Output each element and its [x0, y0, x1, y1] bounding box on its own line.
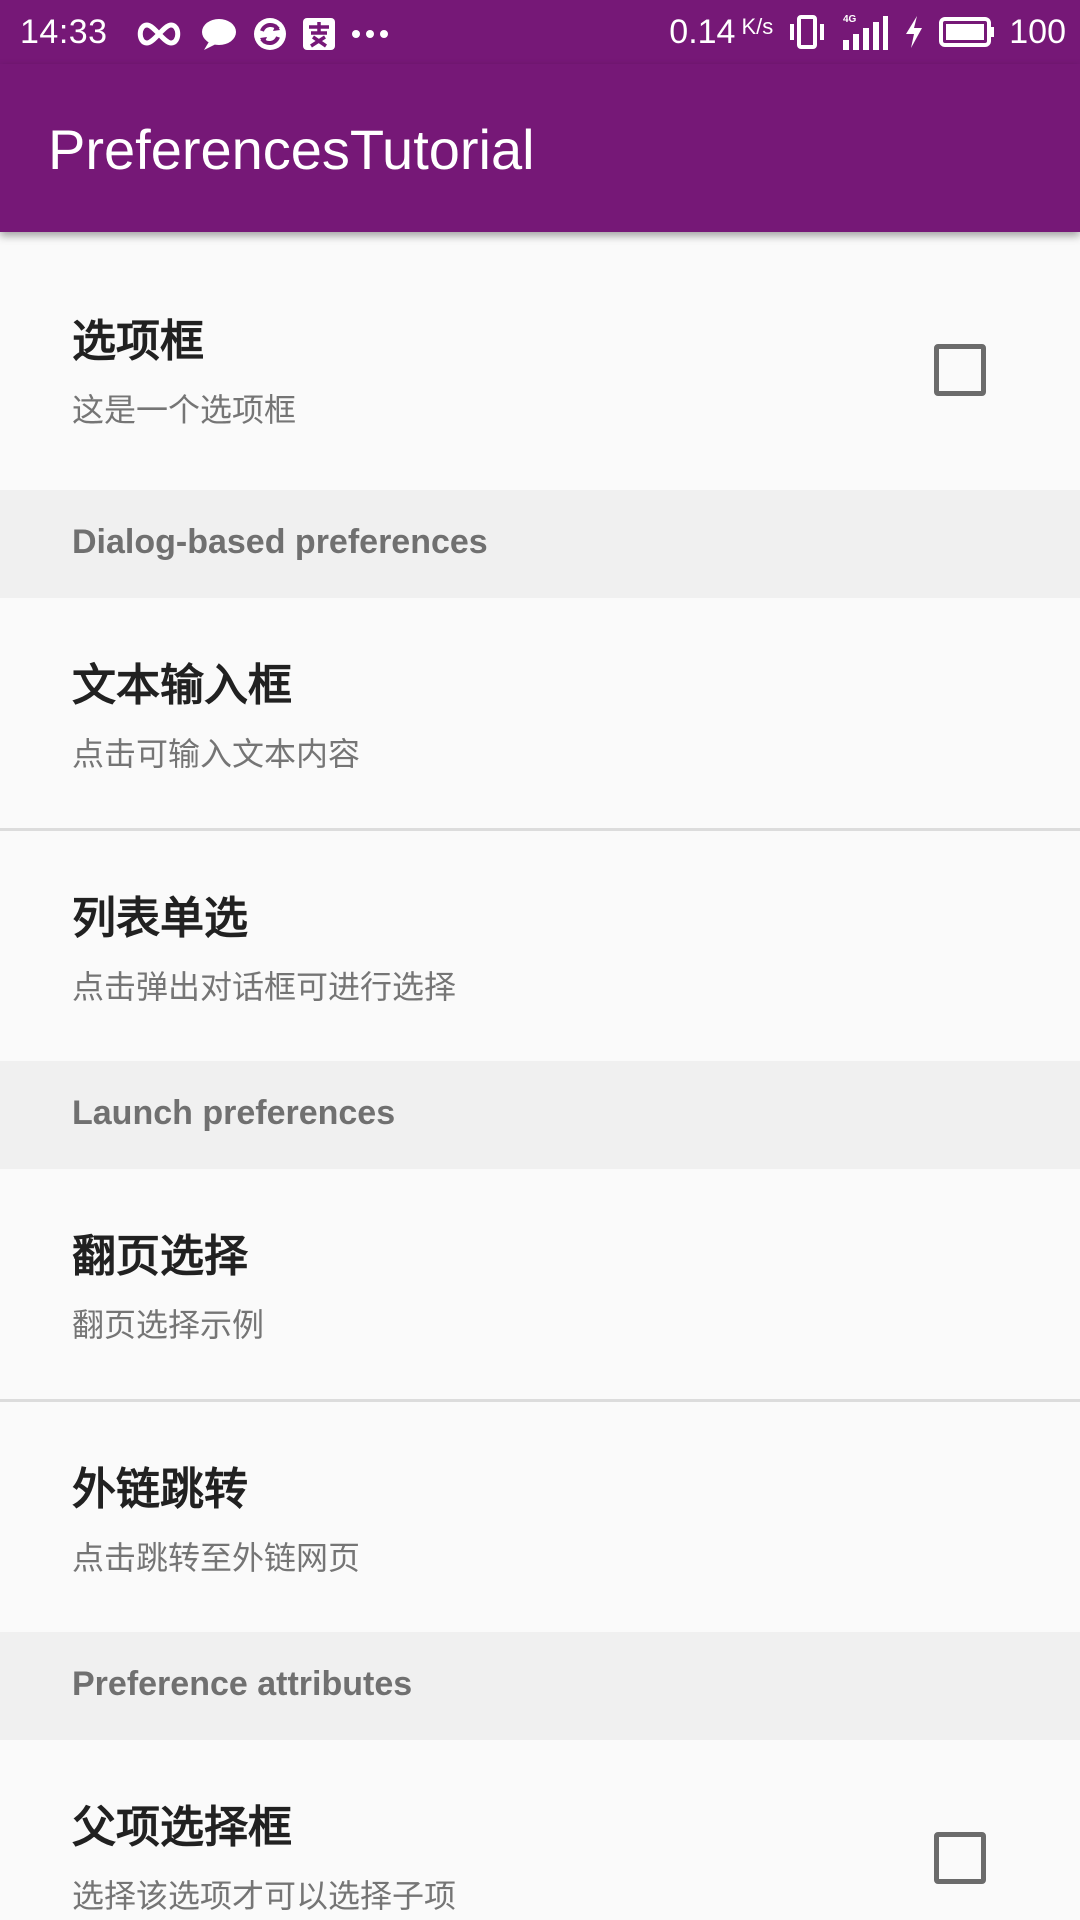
payment-app-icon	[303, 18, 335, 50]
infinity-icon	[137, 22, 181, 46]
pref-title: 翻页选择	[72, 1231, 248, 1282]
category-label: Launch preferences	[72, 1094, 396, 1132]
category-header: Dialog-based preferences	[0, 490, 1080, 598]
notification-icons	[134, 14, 390, 54]
category-label: Dialog-based preferences	[72, 523, 488, 561]
battery-level: 100	[1009, 13, 1066, 51]
checkbox-preference[interactable]: 选项框 这是一个选项框	[0, 232, 1080, 490]
app-title: PreferencesTutorial	[48, 118, 535, 181]
app-bar: PreferencesTutorial	[0, 64, 1080, 232]
parent-checkbox-preference[interactable]: 父项选择框 选择该选项才可以选择子项	[0, 1740, 1080, 1920]
pref-summary: 点击可输入文本内容	[72, 735, 361, 773]
category-header: Launch preferences	[0, 1061, 1080, 1169]
pref-title: 父项选择框	[72, 1802, 292, 1853]
net-speed: 0.14 K/s	[669, 10, 773, 54]
pref-title: 选项框	[72, 316, 204, 367]
checkbox[interactable]	[934, 1832, 986, 1884]
network-type-label: 4G	[843, 14, 857, 25]
status-right: 0.14 K/s 4G 100	[669, 8, 1066, 56]
pref-title: 列表单选	[72, 893, 248, 944]
status-time: 14:33	[20, 13, 108, 51]
pref-summary: 点击弹出对话框可进行选择	[72, 968, 457, 1006]
net-speed-value: 0.14	[669, 13, 736, 51]
pref-summary: 这是一个选项框	[72, 391, 297, 429]
pref-summary: 点击跳转至外链网页	[72, 1539, 361, 1577]
status-bar: 14:33 0.14 K/s 4G 100	[0, 0, 1080, 64]
pref-summary: 选择该选项才可以选择子项	[72, 1877, 457, 1915]
charging-icon	[906, 16, 923, 48]
checkbox[interactable]	[934, 344, 986, 396]
edit-text-preference[interactable]: 文本输入框 点击可输入文本内容	[0, 598, 1080, 828]
preference-list: 选项框 这是一个选项框 Dialog-based preferences 文本输…	[0, 232, 1080, 1920]
vibrate-icon	[790, 15, 825, 49]
pref-title: 外链跳转	[72, 1464, 248, 1515]
more-notifications-icon	[352, 30, 388, 38]
list-preference[interactable]: 列表单选 点击弹出对话框可进行选择	[0, 831, 1080, 1061]
battery-icon	[939, 17, 995, 47]
signal-icon: 4G	[843, 14, 889, 50]
pref-title: 文本输入框	[72, 660, 292, 711]
chat-bubble-icon	[202, 19, 236, 50]
intent-preference[interactable]: 外链跳转 点击跳转至外链网页	[0, 1402, 1080, 1632]
sync-app-icon	[254, 18, 286, 50]
category-header: Preference attributes	[0, 1632, 1080, 1740]
net-speed-unit: K/s	[741, 14, 774, 39]
pref-summary: 翻页选择示例	[72, 1306, 265, 1344]
screen-preference[interactable]: 翻页选择 翻页选择示例	[0, 1169, 1080, 1399]
category-label: Preference attributes	[72, 1665, 413, 1703]
